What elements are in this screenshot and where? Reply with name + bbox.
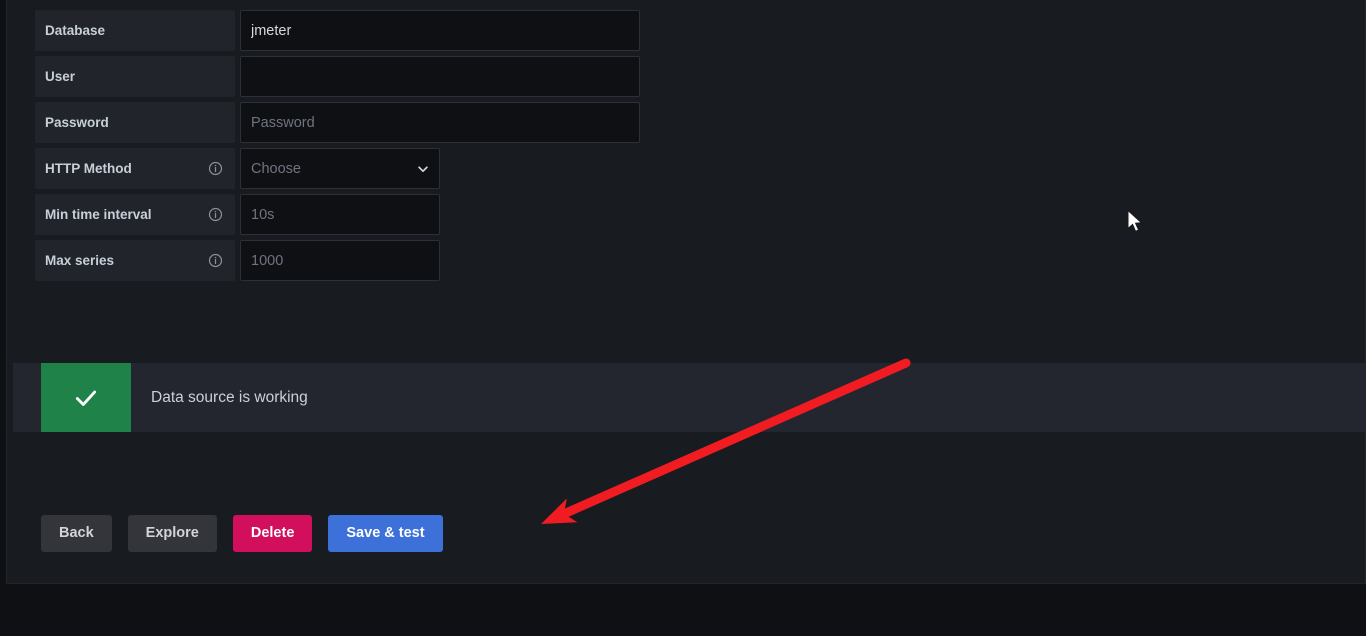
page-background: Database User Password bbox=[0, 0, 1366, 636]
field-label-text: Password bbox=[45, 115, 109, 130]
datasource-test-status-banner: Data source is working bbox=[13, 363, 1366, 432]
user-input[interactable] bbox=[240, 56, 640, 97]
status-success-block bbox=[41, 363, 131, 432]
status-message: Data source is working bbox=[151, 388, 308, 406]
field-label-text: Database bbox=[45, 23, 106, 38]
form-row-min-time-interval: Min time interval bbox=[35, 194, 640, 235]
save-and-test-button[interactable]: Save & test bbox=[328, 515, 443, 552]
form-row-password: Password bbox=[35, 102, 640, 143]
field-label-database: Database bbox=[35, 10, 235, 51]
max-series-input[interactable] bbox=[240, 240, 440, 281]
field-label-text: User bbox=[45, 69, 76, 84]
info-icon[interactable] bbox=[208, 161, 223, 176]
http-method-select[interactable]: Choose bbox=[240, 148, 440, 189]
chevron-down-icon bbox=[418, 165, 428, 172]
form-row-user: User bbox=[35, 56, 640, 97]
datasource-settings-form: Database User Password bbox=[35, 10, 640, 286]
field-label-text: HTTP Method bbox=[45, 161, 132, 176]
info-icon[interactable] bbox=[208, 207, 223, 222]
field-label-http-method: HTTP Method bbox=[35, 148, 235, 189]
min-time-interval-input[interactable] bbox=[240, 194, 440, 235]
action-button-row: Back Explore Delete Save & test bbox=[41, 515, 443, 552]
field-label-max-series: Max series bbox=[35, 240, 235, 281]
field-label-user: User bbox=[35, 56, 235, 97]
delete-button[interactable]: Delete bbox=[232, 515, 313, 552]
datasource-settings-panel: Database User Password bbox=[6, 0, 1366, 584]
field-label-min-time-interval: Min time interval bbox=[35, 194, 235, 235]
form-row-database: Database bbox=[35, 10, 640, 51]
database-input[interactable] bbox=[240, 10, 640, 51]
field-label-text: Min time interval bbox=[45, 207, 152, 222]
form-row-http-method: HTTP Method Choose bbox=[35, 148, 640, 189]
explore-button[interactable]: Explore bbox=[127, 515, 217, 552]
field-label-password: Password bbox=[35, 102, 235, 143]
check-icon bbox=[75, 390, 97, 406]
password-input[interactable] bbox=[240, 102, 640, 143]
form-row-max-series: Max series bbox=[35, 240, 640, 281]
field-label-text: Max series bbox=[45, 253, 115, 268]
back-button[interactable]: Back bbox=[41, 515, 112, 552]
http-method-select-value: Choose bbox=[240, 148, 440, 189]
info-icon[interactable] bbox=[208, 253, 223, 268]
